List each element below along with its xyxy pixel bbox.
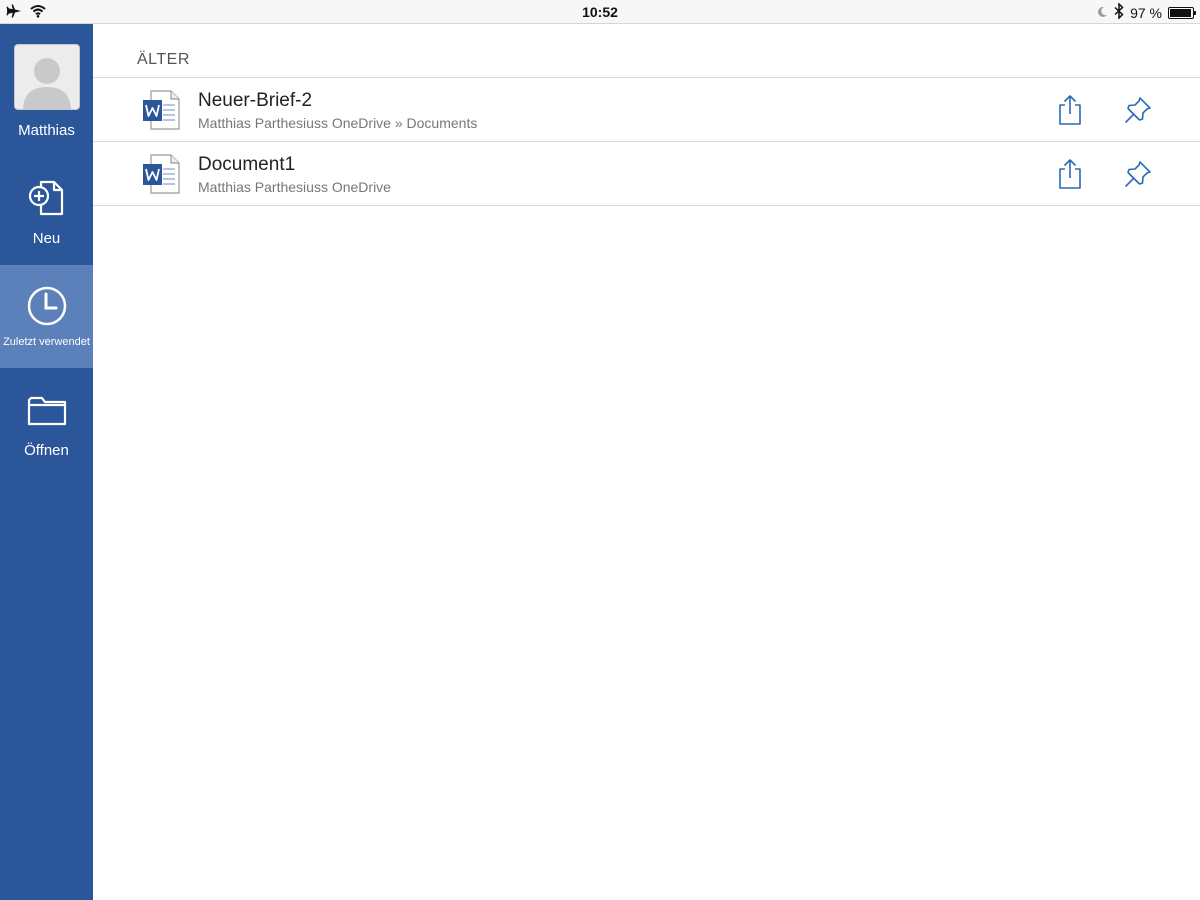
document-title: Document1	[198, 154, 296, 175]
sidebar-item-label: Öffnen	[24, 442, 69, 459]
share-icon[interactable]	[1056, 158, 1084, 190]
document-title: Neuer-Brief-2	[198, 90, 313, 111]
battery-percent: 97 %	[1130, 4, 1162, 21]
pin-icon[interactable]	[1124, 96, 1152, 124]
document-path: Matthias Parthesiuss OneDrive	[198, 179, 391, 195]
status-right: 97 %	[1096, 2, 1196, 22]
pin-icon[interactable]	[1124, 160, 1152, 188]
folder-icon	[27, 392, 67, 428]
status-bar: 10:52 97 %	[0, 0, 1200, 24]
sidebar-account[interactable]: Matthias	[0, 44, 93, 144]
list-item[interactable]: Neuer-Brief-2 Matthias Parthesiuss OneDr…	[93, 78, 1200, 142]
moon-icon	[1096, 5, 1108, 21]
user-name: Matthias	[18, 122, 75, 139]
avatar	[13, 44, 80, 110]
sidebar-item-label: Zuletzt verwendet	[3, 336, 90, 348]
list-item[interactable]: Document1 Matthias Parthesiuss OneDrive	[93, 142, 1200, 206]
sidebar-item-recent[interactable]: Zuletzt verwendet	[0, 265, 93, 368]
sidebar: Matthias Neu Zuletzt verwendet Öffnen	[0, 24, 93, 900]
recent-documents-panel: ÄLTER Neuer-Brief-2 Matthias Parthesiuss…	[93, 24, 1200, 900]
word-document-icon	[141, 89, 181, 136]
clock-icon	[26, 285, 68, 327]
word-document-icon	[141, 153, 181, 200]
section-header: ÄLTER	[137, 51, 190, 68]
status-time: 10:52	[582, 4, 618, 20]
sidebar-item-new[interactable]: Neu	[0, 162, 93, 262]
sidebar-item-open[interactable]: Öffnen	[0, 376, 93, 476]
sidebar-item-label: Neu	[32, 230, 61, 247]
battery-icon	[1168, 6, 1196, 19]
share-icon[interactable]	[1056, 94, 1084, 126]
bluetooth-icon	[1114, 2, 1124, 22]
document-path: Matthias Parthesiuss OneDrive » Document…	[198, 115, 478, 131]
new-document-icon	[27, 178, 67, 218]
